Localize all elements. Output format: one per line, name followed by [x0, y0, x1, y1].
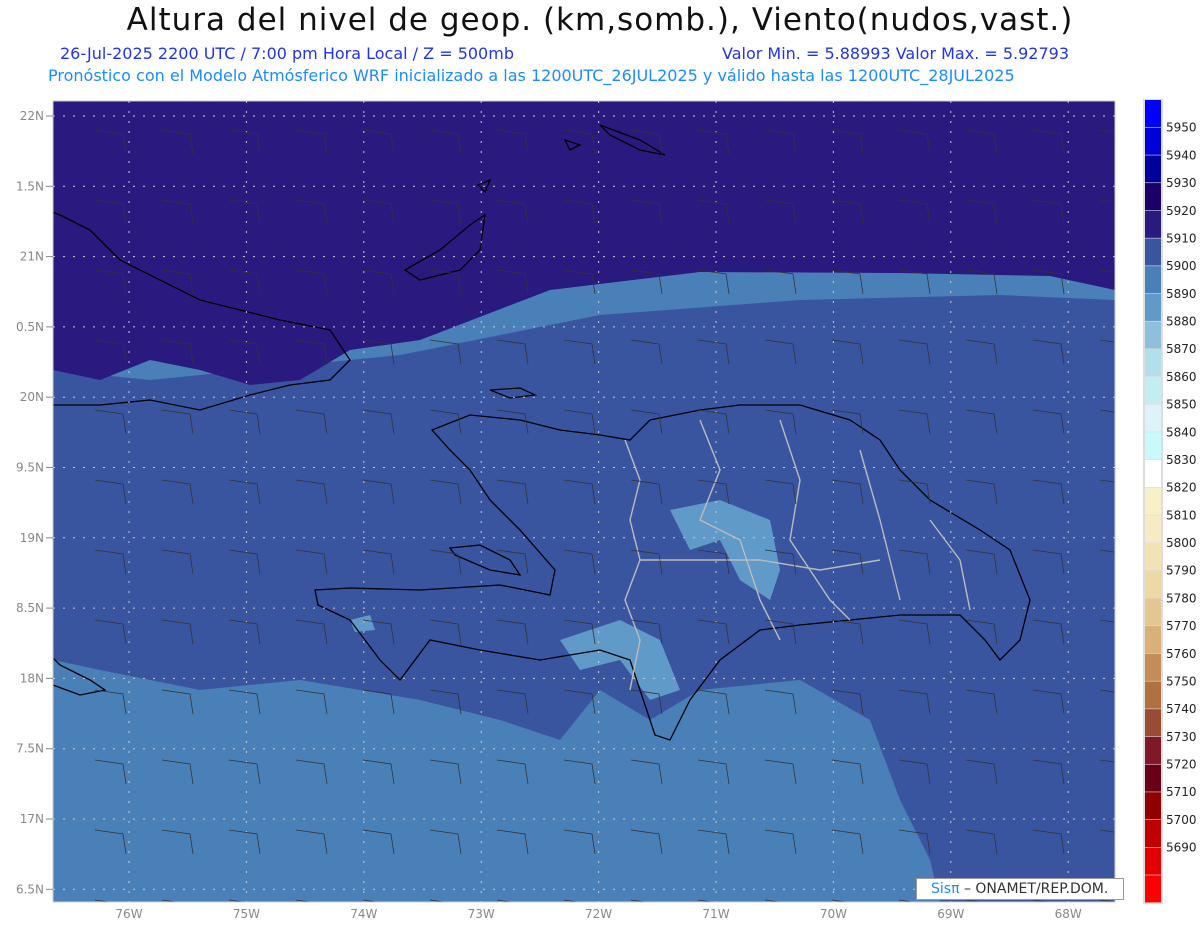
lon-label: 69W	[937, 907, 964, 921]
colorbar-bin	[1145, 155, 1161, 183]
sispi-logo: Sisπ	[931, 881, 960, 897]
wind-barb	[965, 899, 983, 902]
colorbar-bin	[1145, 349, 1161, 377]
colorbar-bin	[1145, 570, 1161, 598]
lon-label: 73W	[468, 907, 495, 921]
lon-label: 72W	[585, 907, 612, 921]
colorbar-bin	[1145, 459, 1161, 488]
colorbar-bin	[1145, 764, 1161, 792]
colorbar-bin	[1145, 100, 1161, 128]
wind-barb	[898, 899, 916, 902]
colorbar-label: 5900	[1166, 259, 1197, 273]
lon-label: 71W	[702, 907, 729, 921]
colorbar-bin	[1145, 653, 1161, 681]
colorbar-label: 5780	[1166, 591, 1197, 605]
colorbar-label: 5690	[1166, 841, 1197, 855]
colorbar-label: 5770	[1166, 619, 1197, 633]
colorbar-label: 5910	[1166, 231, 1197, 245]
wind-barb	[295, 899, 313, 902]
wind-barb	[764, 899, 782, 902]
colorbar-label: 5810	[1166, 508, 1197, 522]
colorbar-label: 5800	[1166, 536, 1197, 550]
colorbar-label: 5760	[1166, 647, 1197, 661]
colorbar-label: 5880	[1166, 315, 1197, 329]
colorbar-bin	[1145, 626, 1161, 654]
model-info: Pronóstico con el Modelo Atmósferico WRF…	[48, 66, 1015, 85]
colorbar-label: 5740	[1166, 702, 1197, 716]
wind-barb	[496, 899, 514, 902]
lon-label: 76W	[115, 907, 142, 921]
colorbar-label: 5830	[1166, 453, 1197, 467]
colorbar-label: 5940	[1166, 148, 1197, 162]
colorbar-bin	[1145, 404, 1161, 432]
colorbar-label: 5870	[1166, 342, 1197, 356]
credit-box: Sisπ – ONAMET/REP.DOM.	[916, 878, 1124, 900]
colorbar-label: 5850	[1166, 398, 1197, 412]
wind-barb	[161, 899, 179, 902]
colorbar-bin	[1145, 293, 1161, 321]
colorbar-bin	[1145, 736, 1161, 764]
colorbar-bin	[1145, 432, 1161, 460]
colorbar-bin	[1145, 543, 1161, 571]
colorbar-label: 5860	[1166, 370, 1197, 384]
colorbar-bin	[1145, 681, 1161, 709]
lat-label: 22N	[20, 109, 44, 123]
colorbar-label: 5820	[1166, 481, 1197, 495]
colorbar-bin	[1145, 487, 1161, 515]
colorbar-label: 5790	[1166, 564, 1197, 578]
colorbar-label: 5730	[1166, 730, 1197, 744]
lat-label: 0.5N	[16, 320, 44, 334]
colorbar-label: 5890	[1166, 287, 1197, 301]
lat-label: 9.5N	[16, 461, 44, 475]
colorbar-label: 5720	[1166, 758, 1197, 772]
colorbar-label: 5950	[1166, 121, 1197, 135]
credit-text: – ONAMET/REP.DOM.	[963, 881, 1109, 897]
lat-label: 18N	[20, 671, 44, 685]
colorbar-bin	[1145, 709, 1161, 737]
colorbar-label: 5840	[1166, 425, 1197, 439]
lat-label: 21N	[20, 250, 44, 264]
colorbar-label: 5920	[1166, 204, 1197, 218]
wind-barb	[429, 899, 447, 902]
colorbar-bin	[1145, 598, 1161, 626]
wind-barb	[630, 899, 648, 902]
colorbar-label: 5710	[1166, 785, 1197, 799]
colorbar-label: 5930	[1166, 176, 1197, 190]
map-title: Altura del nivel de geop. (km,somb.), Vi…	[126, 2, 1074, 38]
valid-time: 26-Jul-2025 2200 UTC / 7:00 pm Hora Loca…	[60, 44, 514, 63]
colorbar-bin	[1145, 875, 1161, 903]
lat-label: 7.5N	[16, 742, 44, 756]
map-canvas: 22N 1.5N 21N 0.5N 20N 9.5N 19N 8.5N 18N 7.5N 17N 6.…	[16, 99, 1197, 921]
colorbar-bin	[1145, 266, 1161, 294]
colorbar-bin	[1145, 183, 1161, 211]
colorbar-bin	[1145, 847, 1161, 875]
colorbar: 5950 5940 5930 5920 5910 5900 5890 5880 5870 5860…	[1143, 99, 1197, 904]
colorbar-label: 5700	[1166, 813, 1197, 827]
value-range: Valor Min. = 5.88993 Valor Max. = 5.9279…	[722, 44, 1070, 63]
lon-label: 74W	[350, 907, 377, 921]
colorbar-label: 5750	[1166, 674, 1197, 688]
colorbar-bin	[1145, 515, 1161, 543]
colorbar-bin	[1145, 127, 1161, 155]
lat-label: 20N	[20, 390, 44, 404]
lat-label: 19N	[20, 531, 44, 545]
lat-label: 8.5N	[16, 601, 44, 615]
lat-label: 1.5N	[16, 179, 44, 193]
lon-label: 70W	[820, 907, 847, 921]
lon-label: 68W	[1055, 907, 1082, 921]
lon-label: 75W	[233, 907, 260, 921]
lat-label: 17N	[20, 812, 44, 826]
colorbar-bin	[1145, 792, 1161, 820]
colorbar-bin	[1145, 376, 1161, 404]
colorbar-bin	[1145, 238, 1161, 266]
colorbar-bin	[1145, 210, 1161, 238]
longitude-labels: 76W 75W 74W 73W 72W 71W 70W 69W 68W	[115, 907, 1081, 921]
colorbar-bin	[1145, 321, 1161, 349]
lat-label: 6.5N	[16, 882, 44, 896]
colorbar-bin	[1145, 819, 1161, 848]
latitude-labels: 22N 1.5N 21N 0.5N 20N 9.5N 19N 8.5N 18N 7.5N 17N 6.…	[16, 109, 53, 896]
wind-barb	[1099, 899, 1115, 902]
